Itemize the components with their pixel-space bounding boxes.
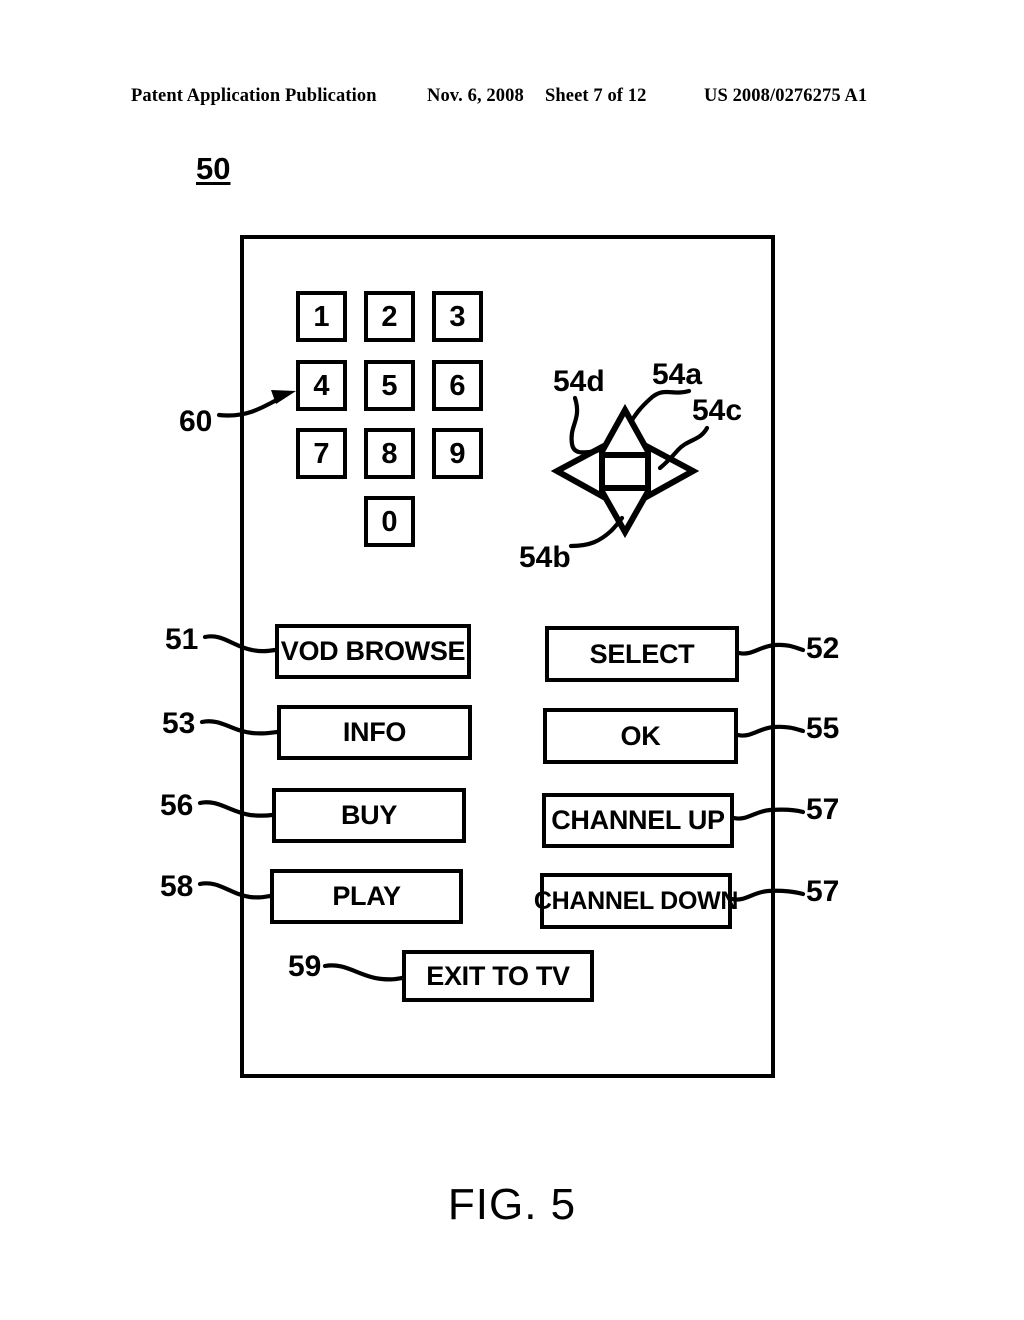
reference-numeral-60: 60 [179,405,213,438]
reference-numeral-59: 59 [288,950,322,983]
button-play[interactable]: PLAY [270,869,463,924]
button-channel-up[interactable]: CHANNEL UP [542,793,734,848]
publication-header: Patent Application Publication Nov. 6, 2… [0,86,1024,116]
reference-numeral-51: 51 [165,623,199,656]
up-arrow-icon[interactable] [594,403,656,458]
keypad-key-0[interactable]: 0 [364,496,415,547]
right-arrow-icon[interactable] [645,442,700,502]
reference-numeral-54c: 54c [692,394,743,427]
button-select[interactable]: SELECT [545,626,739,682]
numeric-keypad: 1 2 3 4 5 6 7 8 9 0 [296,291,486,547]
keypad-key-1[interactable]: 1 [296,291,347,342]
button-exit-to-tv[interactable]: EXIT TO TV [402,950,594,1002]
button-vod-browse[interactable]: VOD BROWSE [275,624,471,679]
reference-numeral-54b: 54b [519,541,571,574]
reference-numeral-52: 52 [806,632,840,665]
keypad-key-4[interactable]: 4 [296,360,347,411]
keypad-key-9[interactable]: 9 [432,428,483,479]
button-info[interactable]: INFO [277,705,472,760]
reference-numeral-54d: 54d [553,365,605,398]
reference-numeral-53: 53 [162,707,196,740]
reference-numeral-50: 50 [196,151,231,186]
reference-numeral-56: 56 [160,789,194,822]
reference-numeral-58: 58 [160,870,194,903]
keypad-key-6[interactable]: 6 [432,360,483,411]
reference-numeral-57: 57 [806,793,840,826]
header-publication-text: Patent Application Publication [131,86,377,106]
figure-caption: FIG. 5 [447,1180,577,1229]
keypad-key-3[interactable]: 3 [432,291,483,342]
reference-numeral-55: 55 [806,712,840,745]
button-ok[interactable]: OK [543,708,738,764]
keypad-key-2[interactable]: 2 [364,291,415,342]
button-buy[interactable]: BUY [272,788,466,843]
keypad-key-8[interactable]: 8 [364,428,415,479]
reference-numeral-54a: 54a [652,358,703,391]
header-date-text: Nov. 6, 2008 [427,86,524,106]
button-channel-down[interactable]: CHANNEL DOWN [534,873,738,929]
keypad-key-5[interactable]: 5 [364,360,415,411]
keypad-key-7[interactable]: 7 [296,428,347,479]
down-arrow-icon[interactable] [594,485,656,539]
left-arrow-icon[interactable] [550,442,605,502]
header-patent-number: US 2008/0276275 A1 [704,86,868,106]
header-sheet-text: Sheet 7 of 12 [545,86,647,106]
reference-numeral-57b: 57 [806,875,840,908]
